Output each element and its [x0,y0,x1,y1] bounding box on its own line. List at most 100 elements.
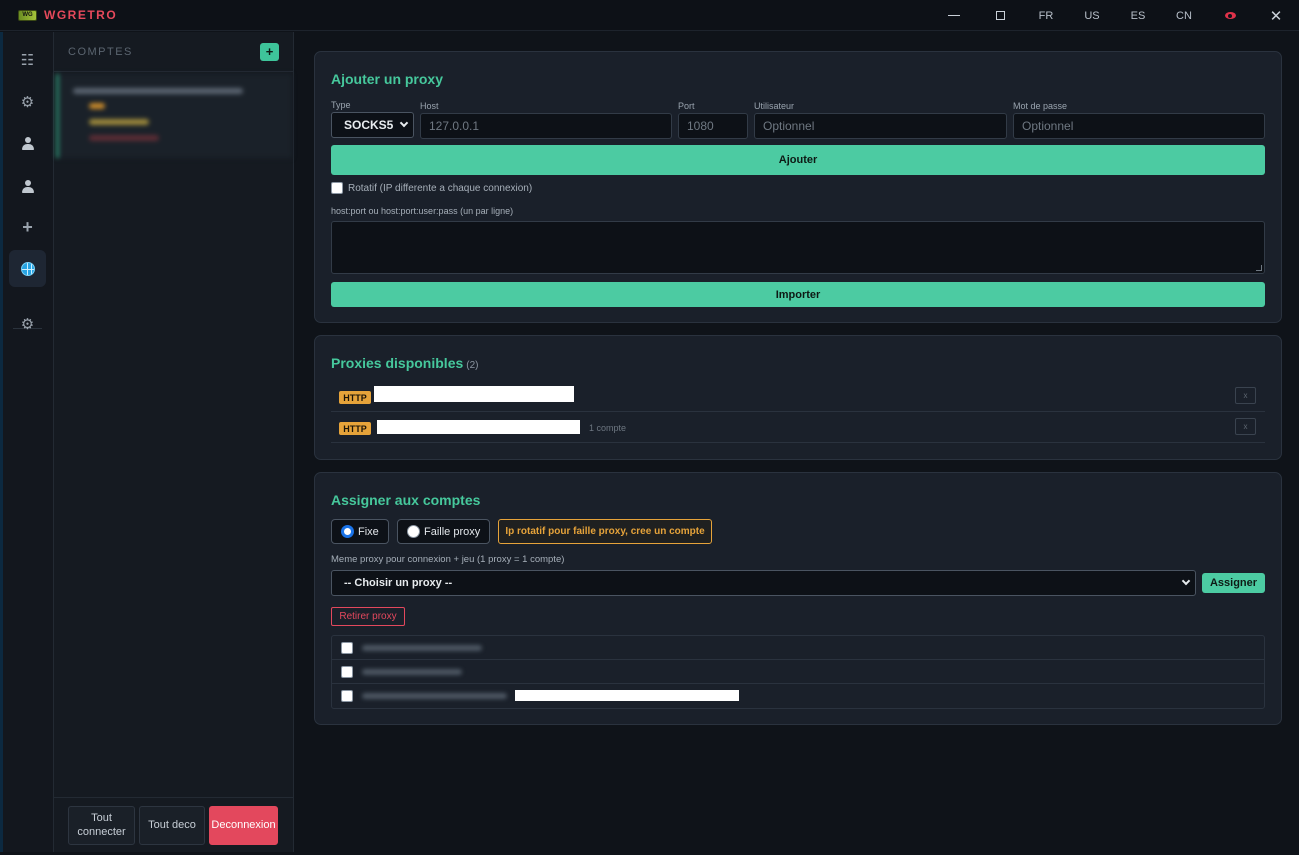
proxy-choice-select[interactable]: -- Choisir un proxy -- [331,570,1196,596]
rail-edge [0,32,3,852]
maximize-icon [995,11,1005,20]
icon-rail: ☷ ⚙ + ⚙ [0,32,54,852]
gear-icon: ⚙ [20,315,35,333]
person-icon [21,136,35,151]
import-textarea[interactable] [331,221,1265,274]
mode-fixed-label: Fixe [358,525,379,538]
app-title: WGRETRO [44,8,118,22]
proxies-card: Proxies disponibles (2) HTTP x HTTP 1 com… [314,335,1282,460]
accounts-assign-list [331,635,1265,709]
connect-all-button[interactable]: Tout connecter [68,805,135,845]
rail-proxy-button[interactable] [9,250,46,287]
assign-description: Meme proxy pour connexion + jeu (1 proxy… [331,554,565,565]
port-label: Port [678,101,695,111]
add-proxy-button[interactable]: Ajouter [331,145,1265,175]
delete-proxy-button[interactable]: x [1235,387,1256,404]
proxy-type-badge: HTTP [339,422,371,435]
globe-icon [20,261,35,276]
rotating-checkbox[interactable] [331,182,343,194]
assign-card: Assigner aux comptes Fixe Faille proxy I… [314,472,1282,725]
lang-cn-button[interactable]: CN [1161,0,1207,31]
gear-icon: ⚙ [20,93,35,111]
rail-options-button[interactable]: ⚙ [9,305,46,342]
close-icon: ✕ [1269,7,1283,25]
mode-faille-label: Faille proxy [424,525,481,538]
host-label: Host [420,101,439,111]
radio-selected-icon [341,525,354,538]
proxy-row: HTTP 1 compte x [331,412,1265,443]
proxy-usage-note: 1 compte [589,423,627,433]
add-proxy-card: Ajouter un proxy Type SOCKS5 Host 127.0.… [314,51,1282,323]
accounts-panel: COMPTES + Tout connecter Tout deco Decon… [54,32,294,852]
chevron-down-icon [399,118,409,128]
proxies-count: (2) [466,360,479,371]
minimize-icon [948,15,960,16]
account-entry-blurred[interactable] [56,74,292,158]
proxy-address-redacted [377,420,580,434]
host-input[interactable]: 127.0.0.1 [420,113,672,139]
import-button[interactable]: Importer [331,282,1265,307]
assign-title: Assigner aux comptes [331,492,481,508]
remove-proxy-button[interactable]: Retirer proxy [331,607,405,626]
type-label: Type [331,100,351,110]
accounts-title: COMPTES [68,45,133,58]
account-email-blurred [362,645,482,651]
port-input[interactable]: 1080 [678,113,748,139]
rail-add-button[interactable]: + [9,209,46,246]
user-label: Utilisateur [754,101,795,111]
rotating-ip-hint-button[interactable]: Ip rotatif pour faille proxy, cree un co… [498,519,712,544]
title-bar: WG WGRETRO FR US ES CN ✕ [0,0,1299,31]
add-account-button[interactable]: + [260,42,279,61]
rail-settings-button[interactable]: ⚙ [9,83,46,120]
proxy-type-value: SOCKS5 [344,118,394,132]
plus-icon: + [22,217,33,237]
account-email-blurred [362,693,507,699]
proxies-title-text: Proxies disponibles [331,355,464,371]
account-checkbox[interactable] [341,690,353,702]
import-hint: host:port ou host:port:user:pass (un par… [331,206,514,216]
rail-account-button[interactable] [9,125,46,162]
list-item [332,684,1264,708]
list-icon: ☷ [20,51,35,69]
mode-fixed-radio[interactable]: Fixe [331,519,389,544]
proxy-row: HTTP x [331,381,1265,412]
close-button[interactable]: ✕ [1253,0,1299,31]
proxies-title: Proxies disponibles (2) [331,355,479,371]
proxy-address-redacted [374,386,574,402]
proxy-type-select[interactable]: SOCKS5 [331,112,414,138]
mode-faille-radio[interactable]: Faille proxy [397,519,490,544]
chevron-down-icon [1181,576,1191,586]
lang-fr-button[interactable]: FR [1023,0,1069,31]
lang-us-button[interactable]: US [1069,0,1115,31]
minimize-button[interactable] [931,0,977,31]
account-email-blurred [362,669,462,675]
lang-es-button[interactable]: ES [1115,0,1161,31]
list-item [332,660,1264,684]
rail-list-button[interactable]: ☷ [9,41,46,78]
user-input[interactable]: Optionnel [754,113,1007,139]
accounts-header: COMPTES + [54,32,293,72]
radio-unselected-icon [407,525,420,538]
logout-button[interactable]: Deconnexion [209,805,278,845]
list-item [332,636,1264,660]
eye-icon [1224,12,1236,19]
account-checkbox[interactable] [341,666,353,678]
delete-proxy-button[interactable]: x [1235,418,1256,435]
account-checkbox[interactable] [341,642,353,654]
password-label: Mot de passe [1013,101,1068,111]
maximize-button[interactable] [977,0,1023,31]
password-input[interactable]: Optionnel [1013,113,1265,139]
visibility-toggle[interactable] [1207,0,1253,31]
resize-handle-icon [1256,265,1262,271]
proxy-type-badge: HTTP [339,391,371,404]
app-logo: WG [18,9,37,21]
proxy-choice-value: -- Choisir un proxy -- [344,577,453,589]
rail-accounts-button[interactable] [9,168,46,205]
proxy-address-redacted [515,690,739,701]
rotating-label: Rotatif (IP differente a chaque connexio… [348,183,533,194]
assign-button[interactable]: Assigner [1202,573,1265,593]
add-proxy-title: Ajouter un proxy [331,71,444,87]
users-icon [21,179,35,194]
disconnect-all-button[interactable]: Tout deco [139,805,205,845]
accounts-footer: Tout connecter Tout deco Deconnexion [54,797,293,852]
